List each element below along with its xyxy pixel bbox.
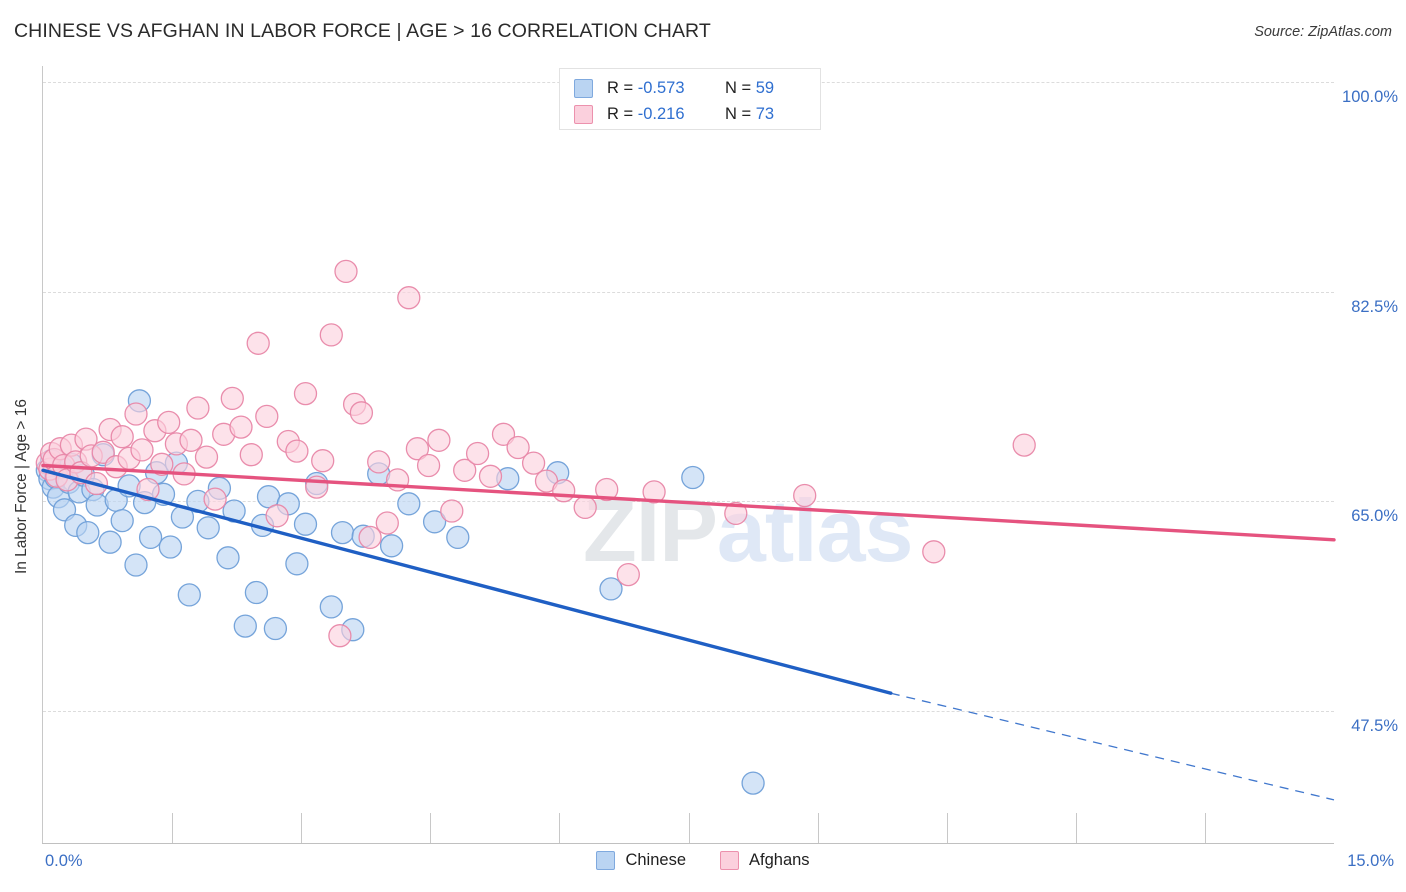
y-tick-label: 82.5% xyxy=(1351,297,1398,316)
data-point xyxy=(244,580,269,605)
correlation-stats-legend: R = -0.573 N = 59 R = -0.216 N = 73 xyxy=(559,68,821,130)
data-point xyxy=(76,520,100,545)
data-point xyxy=(573,495,597,520)
data-point xyxy=(263,616,288,641)
x-tick xyxy=(818,813,819,843)
data-point xyxy=(465,441,490,466)
data-point xyxy=(478,464,503,488)
data-point xyxy=(186,396,210,420)
data-point xyxy=(98,530,122,554)
data-point xyxy=(367,450,391,474)
data-point xyxy=(179,428,203,452)
stats-r-chinese: R = -0.573 xyxy=(607,79,725,98)
stats-n-value-afghans: 73 xyxy=(755,104,775,123)
trendline-chinese xyxy=(41,468,893,695)
stats-r-label-chinese: R = xyxy=(607,78,638,97)
legend-swatch-chinese xyxy=(596,851,616,870)
data-point xyxy=(330,520,355,545)
stats-n-label-afghans: N = xyxy=(725,104,756,123)
data-point xyxy=(1012,433,1036,457)
data-point xyxy=(552,479,576,503)
data-point xyxy=(130,438,154,462)
data-point xyxy=(85,493,109,517)
data-point xyxy=(229,415,253,439)
data-point xyxy=(285,552,309,576)
y-tick-label: 65.0% xyxy=(1351,507,1398,526)
series-legend: Chinese Afghans xyxy=(0,851,1406,870)
legend-label-afghans: Afghans xyxy=(749,851,810,869)
data-point xyxy=(124,402,148,426)
data-point xyxy=(440,499,464,523)
stats-r-value-afghans: -0.216 xyxy=(637,104,685,123)
stats-n-chinese: N = 59 xyxy=(725,79,774,98)
data-point xyxy=(397,492,421,516)
data-point xyxy=(311,449,335,473)
stats-r-afghans: R = -0.216 xyxy=(607,105,725,124)
legend-item-chinese[interactable]: Chinese xyxy=(596,851,686,870)
data-point xyxy=(293,512,318,536)
data-point xyxy=(203,487,227,511)
data-point xyxy=(328,624,352,648)
data-point xyxy=(427,428,451,452)
stats-swatch-chinese xyxy=(574,78,593,98)
x-tick xyxy=(301,813,302,843)
data-point xyxy=(255,404,279,429)
data-point xyxy=(177,583,201,607)
data-point xyxy=(216,546,240,570)
data-point xyxy=(375,511,399,535)
data-point xyxy=(233,614,257,638)
data-point xyxy=(110,508,134,533)
legend-item-afghans[interactable]: Afghans xyxy=(720,851,810,870)
chart-root: CHINESE VS AFGHAN IN LABOR FORCE | AGE >… xyxy=(0,0,1406,892)
data-point xyxy=(196,516,220,540)
data-point xyxy=(616,562,640,587)
trendline-extension-chinese xyxy=(890,692,1335,801)
data-point xyxy=(285,439,309,463)
data-point xyxy=(379,534,404,558)
x-tick xyxy=(430,813,431,843)
data-point xyxy=(158,535,183,559)
data-point xyxy=(194,445,219,469)
stats-n-value-chinese: 59 xyxy=(755,78,775,97)
data-point xyxy=(416,453,441,478)
x-tick xyxy=(1205,813,1206,843)
data-point xyxy=(334,259,358,284)
data-point xyxy=(681,465,705,490)
legend-swatch-afghans xyxy=(720,851,739,870)
data-point xyxy=(138,525,163,550)
data-point xyxy=(349,401,374,425)
x-tick xyxy=(1076,813,1077,843)
data-point xyxy=(265,504,289,528)
stats-row-chinese: R = -0.573 N = 59 xyxy=(574,75,810,101)
data-point xyxy=(220,386,244,411)
data-point xyxy=(741,771,765,795)
stats-row-afghans: R = -0.216 N = 73 xyxy=(574,101,810,127)
x-tick xyxy=(172,813,173,843)
stats-n-label-chinese: N = xyxy=(725,78,756,97)
data-point xyxy=(293,381,318,406)
data-point xyxy=(124,553,148,577)
data-point xyxy=(922,540,946,564)
legend-label-chinese: Chinese xyxy=(625,851,686,869)
x-tick xyxy=(947,813,948,843)
data-point xyxy=(319,323,343,347)
data-point xyxy=(239,443,263,467)
data-point xyxy=(110,425,134,449)
data-point xyxy=(319,595,343,619)
y-tick-label: 47.5% xyxy=(1351,717,1398,736)
stats-r-value-chinese: -0.573 xyxy=(637,78,685,97)
data-point xyxy=(446,525,470,550)
x-tick xyxy=(689,813,690,843)
y-tick-label: 100.0% xyxy=(1342,88,1398,106)
data-point xyxy=(246,331,270,355)
stats-swatch-afghans xyxy=(574,104,593,124)
data-point xyxy=(793,483,817,508)
stats-r-label-afghans: R = xyxy=(607,104,638,123)
data-point xyxy=(397,286,421,310)
x-tick xyxy=(559,813,560,843)
stats-n-afghans: N = 73 xyxy=(725,105,774,124)
data-point xyxy=(157,410,181,435)
scatter-layer xyxy=(35,259,1336,801)
